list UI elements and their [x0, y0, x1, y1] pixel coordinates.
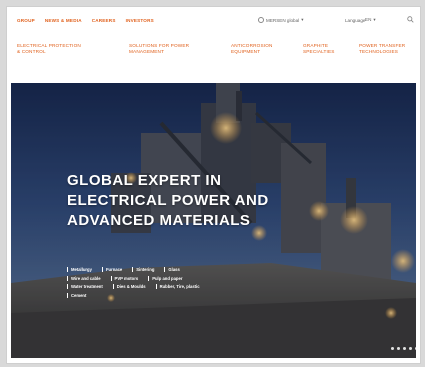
market-tags: Metallurgy Furnace Sintering Glass Wire …: [67, 267, 307, 301]
category-label: technologies: [359, 49, 399, 54]
top-nav-investors[interactable]: Investors: [126, 18, 154, 23]
language-label: Language: [345, 18, 366, 23]
top-nav-group[interactable]: Group: [17, 18, 35, 23]
tag-row: Metallurgy Furnace Sintering Glass: [67, 267, 307, 272]
category-anticorrosion[interactable]: Anticorrosion equipment: [231, 43, 273, 55]
language-value: EN: [365, 17, 372, 22]
category-label: management: [129, 49, 165, 54]
tag-wire-cable[interactable]: Wire and cable: [67, 276, 101, 281]
category-power-transfer[interactable]: Power transfer technologies: [359, 43, 405, 55]
category-label: equipment: [231, 49, 261, 54]
tag-row: Cement: [67, 293, 307, 298]
tag-row: Wire and cable PVP motors Pulp and paper: [67, 276, 307, 281]
category-label: & control: [17, 49, 46, 54]
hero-title: GLOBAL EXPERT IN ELECTRICAL POWER AND AD…: [67, 171, 327, 231]
carousel-dots: [391, 347, 416, 350]
tag-rubber-tire-plastic[interactable]: Rubber, Tire, plastic: [156, 284, 200, 289]
carousel-dot[interactable]: [409, 347, 412, 350]
tag-row: Water treatment Dies & Moulds Rubber, Ti…: [67, 284, 307, 289]
tag-water-treatment[interactable]: Water treatment: [67, 284, 103, 289]
region-selector[interactable]: MERSEN global ▾: [258, 17, 304, 23]
hero-title-line: ELECTRICAL POWER AND: [67, 192, 269, 209]
tag-dies-moulds[interactable]: Dies & Moulds: [113, 284, 146, 289]
carousel-dot[interactable]: [397, 347, 400, 350]
web-page: Group News & Media Careers Investors MER…: [7, 7, 420, 363]
language-selector[interactable]: EN ▾: [365, 17, 376, 23]
chevron-down-icon: ▾: [373, 17, 376, 22]
tag-pvp-motors[interactable]: PVP motors: [111, 276, 139, 281]
globe-icon: [258, 17, 264, 23]
top-nav-news-media[interactable]: News & Media: [45, 18, 82, 23]
category-label: specialties: [303, 49, 335, 54]
category-electrical-protection[interactable]: Electrical protection & control: [17, 43, 81, 55]
carousel-dot[interactable]: [391, 347, 394, 350]
tag-furnace[interactable]: Furnace: [102, 267, 122, 272]
top-nav: Group News & Media Careers Investors: [17, 18, 154, 23]
category-menu: Electrical protection & control Solution…: [17, 43, 417, 73]
tag-pulp-paper[interactable]: Pulp and paper: [148, 276, 182, 281]
carousel-dot[interactable]: [415, 347, 416, 350]
tag-cement[interactable]: Cement: [67, 293, 86, 298]
search-icon[interactable]: [407, 16, 414, 23]
utility-bar: Group News & Media Careers Investors MER…: [7, 7, 420, 37]
tag-sintering[interactable]: Sintering: [132, 267, 154, 272]
region-label: MERSEN global: [266, 17, 300, 23]
tag-metallurgy[interactable]: Metallurgy: [67, 267, 92, 272]
category-power-management[interactable]: Solutions for power management: [129, 43, 189, 55]
top-nav-careers[interactable]: Careers: [92, 18, 116, 23]
carousel-dot[interactable]: [403, 347, 406, 350]
category-graphite[interactable]: Graphite specialties: [303, 43, 335, 55]
chevron-down-icon: ▾: [301, 17, 304, 22]
tag-glass[interactable]: Glass: [164, 267, 179, 272]
hero-title-line: GLOBAL EXPERT IN: [67, 172, 222, 189]
hero-banner: GLOBAL EXPERT IN ELECTRICAL POWER AND AD…: [11, 83, 416, 358]
hero-title-line: ADVANCED MATERIALS: [67, 212, 251, 229]
